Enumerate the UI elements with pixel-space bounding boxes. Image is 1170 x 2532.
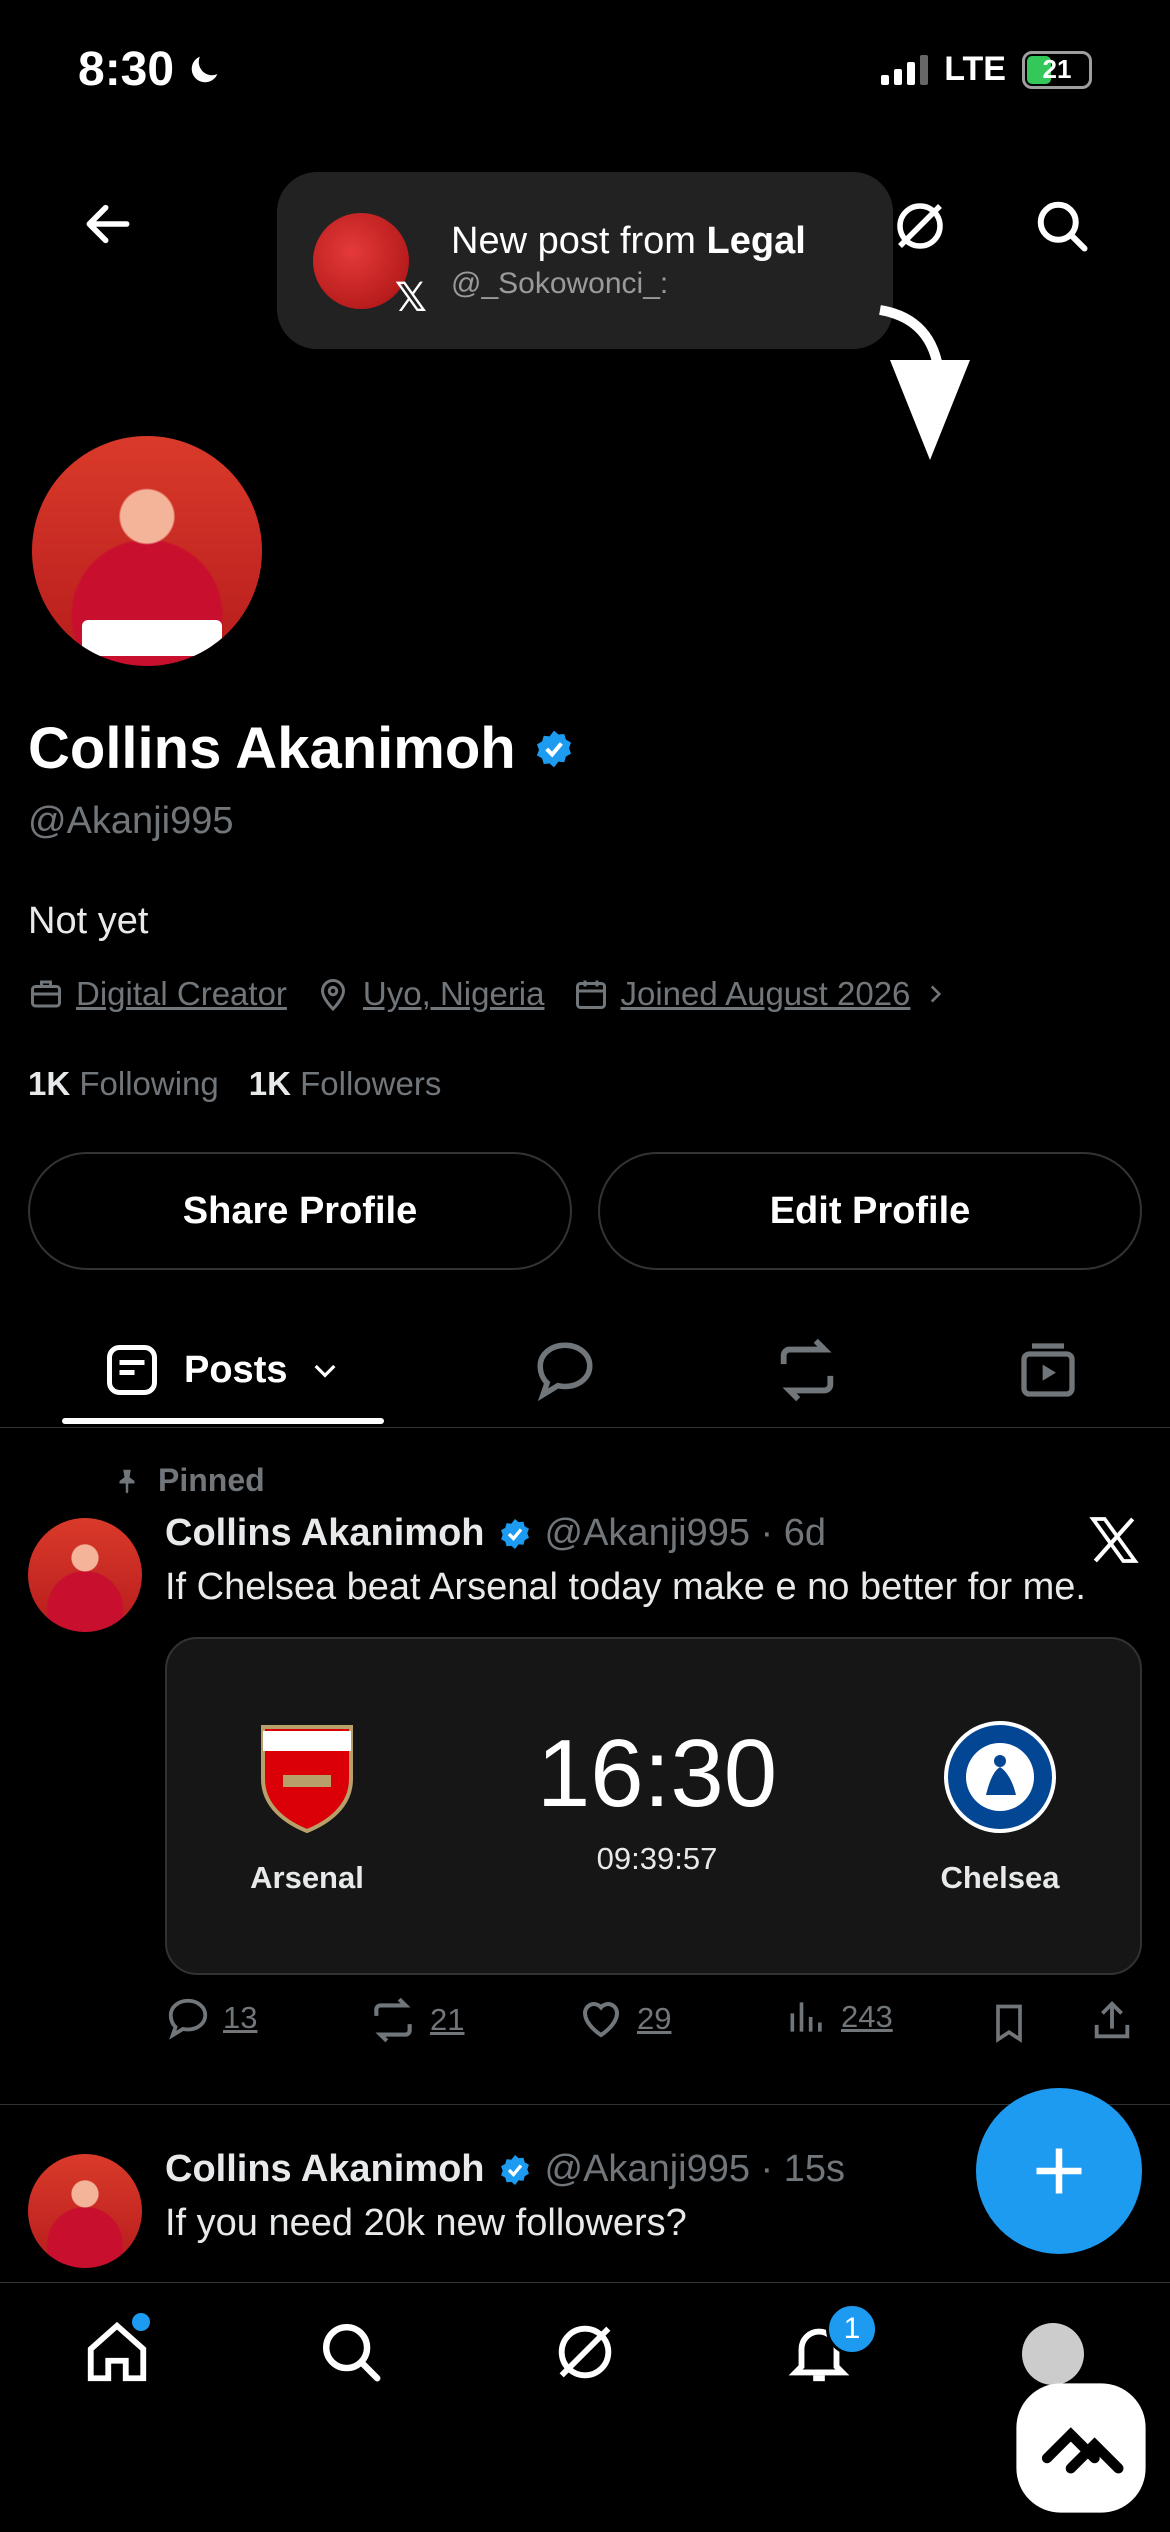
edit-profile-button[interactable]: Edit Profile [598, 1152, 1142, 1270]
chelsea-crest-icon [944, 1721, 1056, 1833]
view-count: 243 [841, 1999, 893, 2034]
compose-button[interactable] [976, 2088, 1142, 2254]
followers-label: Followers [300, 1065, 442, 1102]
bookmark-icon[interactable] [987, 1999, 1031, 2047]
post-text: If Chelsea beat Arsenal today make e no … [165, 1566, 1086, 1608]
post-handle-time: @Akanji995 · 15s [544, 2148, 846, 2190]
post-text: If you need 20k new followers? [165, 2202, 687, 2244]
moon-icon [191, 56, 218, 82]
views-button[interactable]: 243 [785, 1995, 893, 2039]
search-icon[interactable] [1032, 196, 1092, 256]
category-link[interactable]: Digital Creator [76, 975, 287, 1013]
calendar-icon [575, 980, 606, 1009]
status-bar: 8:30 LTE 21 [0, 0, 1170, 150]
signal-icon [881, 54, 929, 85]
post-handle-time: @Akanji995 · 6d [544, 1512, 827, 1554]
handshake-logo-icon [1016, 2383, 1146, 2513]
status-time: 8:30 [78, 43, 175, 96]
repost-icon [780, 1338, 834, 1402]
network-label: LTE [944, 50, 1006, 88]
following-link[interactable]: 1K Following [28, 1065, 219, 1103]
joined-link[interactable]: Joined August 2026 [621, 975, 911, 1013]
views-chart-icon [790, 2002, 822, 2032]
notification-avatar: 𝕏 [313, 212, 427, 320]
grok-icon[interactable] [890, 196, 950, 256]
post-avatar[interactable] [28, 2154, 142, 2268]
notification-handle: @_Sokowonci_: [451, 267, 669, 300]
verified-badge-icon [500, 2154, 529, 2185]
post-author-name[interactable]: Collins Akanimoh [165, 1512, 485, 1555]
reply-count: 13 [223, 2000, 258, 2035]
post-header: Collins Akanimoh @Akanji995 · 6d [165, 1512, 826, 1555]
following-label: Following [79, 1065, 219, 1102]
heart-icon [582, 2002, 620, 2038]
profile-handle: @Akanji995 [28, 800, 234, 842]
tab-media[interactable] [1016, 1338, 1080, 1402]
repost-icon [374, 1997, 412, 2043]
tab-posts-label: Posts [184, 1348, 288, 1391]
reply-icon [537, 1342, 593, 1402]
like-button[interactable]: 29 [577, 1995, 671, 2043]
battery-icon: 21 [1022, 50, 1092, 89]
pin-icon [119, 1469, 135, 1493]
profile-name: Collins Akanimoh [28, 716, 516, 781]
grok-icon[interactable] [550, 2317, 620, 2387]
reply-button[interactable]: 13 [165, 1995, 257, 2041]
share-profile-button[interactable]: Share Profile [28, 1152, 572, 1270]
notification-title: New post from [451, 220, 707, 262]
profile-meta: Digital Creator Uyo, Nigeria Joined Augu… [28, 975, 948, 1013]
media-icon [1021, 1343, 1075, 1397]
x-logo-icon [1089, 1517, 1139, 1563]
verified-badge-icon[interactable] [532, 727, 576, 771]
notifications-badge: 1 [826, 2303, 878, 2355]
home-unread-dot [132, 2313, 150, 2331]
back-arrow-icon[interactable] [80, 196, 136, 252]
following-count: 1K [28, 1065, 71, 1102]
arsenal-crest-icon [261, 1725, 353, 1834]
like-count: 29 [637, 2001, 672, 2036]
bottom-nav: 1 [0, 2282, 1170, 2532]
post-divider [0, 2104, 1170, 2105]
post-avatar[interactable] [28, 1518, 142, 1632]
tab-replies[interactable] [532, 1338, 598, 1402]
tab-active-indicator [62, 1418, 384, 1424]
profile-tabs: Posts [0, 1310, 1170, 1428]
post-actions: 13 21 29 243 [165, 1995, 1145, 2055]
post-author-name[interactable]: Collins Akanimoh [165, 2148, 485, 2191]
share-icon[interactable] [1089, 1997, 1135, 2045]
location-icon [320, 979, 345, 1012]
curved-arrow-icon [879, 305, 970, 460]
profile-avatar[interactable] [28, 432, 266, 670]
away-team: Chelsea [940, 1860, 1060, 1895]
profile-bio: Not yet [28, 900, 149, 942]
briefcase-icon [31, 980, 61, 1008]
location-link[interactable]: Uyo, Nigeria [363, 975, 545, 1013]
match-card[interactable]: Arsenal 16:30 09:39:57 Chelsea [165, 1637, 1142, 1975]
post-header: Collins Akanimoh @Akanji995 · 15s [165, 2148, 845, 2191]
chevron-down-icon[interactable] [309, 1354, 341, 1386]
search-icon[interactable] [316, 2317, 386, 2387]
x-logo-icon: 𝕏 [394, 275, 427, 320]
new-post-notification[interactable]: 𝕏 New post from Legal @_Sokowonci_: [277, 172, 893, 349]
notification-author: Legal [706, 220, 806, 262]
posts-icon [107, 1345, 157, 1395]
battery-level: 21 [1042, 54, 1072, 84]
kickoff-time: 16:30 [536, 1720, 778, 1827]
followers-link[interactable]: 1K Followers [249, 1065, 442, 1103]
countdown: 09:39:57 [596, 1841, 718, 1876]
repost-button[interactable]: 21 [368, 1995, 464, 2045]
tab-reposts[interactable] [772, 1338, 842, 1402]
repost-count: 21 [430, 2002, 465, 2037]
reply-icon [168, 1998, 208, 2040]
followers-count: 1K [248, 1065, 291, 1102]
pinned-label: Pinned [158, 1462, 265, 1498]
tab-posts[interactable]: Posts [102, 1338, 341, 1402]
chevron-right-icon[interactable] [922, 981, 948, 1007]
plus-icon [1036, 2148, 1082, 2194]
verified-badge-icon [500, 1518, 529, 1549]
home-team: Arsenal [250, 1860, 364, 1895]
